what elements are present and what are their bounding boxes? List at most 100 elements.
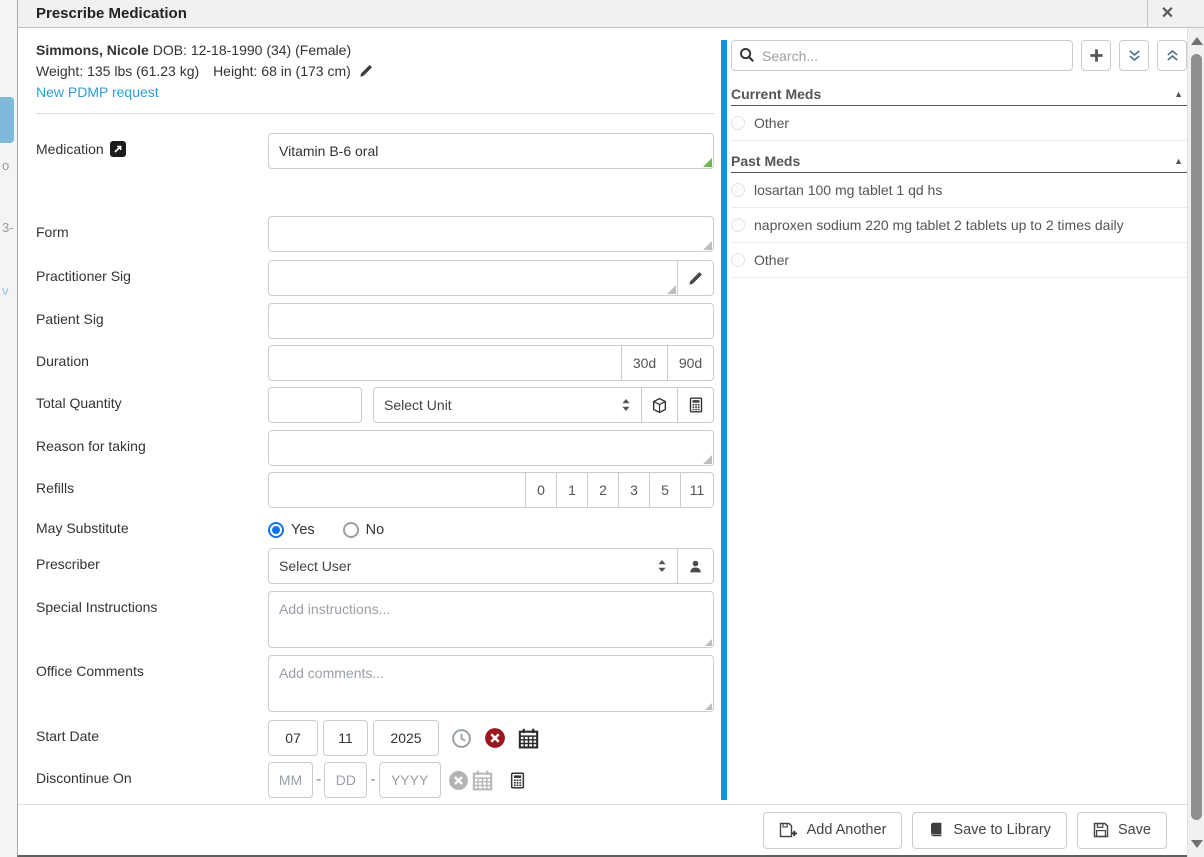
patient-height: Height: 68 in (173 cm) — [213, 63, 351, 79]
past-meds-item-other[interactable]: Other — [731, 243, 1187, 278]
duration-calculator-icon[interactable] — [509, 772, 526, 789]
pencil-icon — [688, 271, 703, 286]
past-meds-item-naproxen[interactable]: naproxen sodium 220 mg tablet 2 tablets … — [731, 208, 1187, 243]
radio-unselected-icon — [731, 116, 745, 130]
refills-2-button[interactable]: 2 — [587, 472, 619, 508]
substitute-yes-radio[interactable]: Yes — [268, 522, 315, 538]
may-substitute-label: May Substitute — [36, 520, 129, 536]
past-meds-section-header[interactable]: Past Meds ▲ — [731, 149, 1187, 173]
save-label: Save — [1118, 822, 1151, 838]
start-date-clear-icon[interactable] — [484, 727, 506, 749]
duration-90d-button[interactable]: 90d — [667, 345, 714, 381]
total-quantity-label: Total Quantity — [36, 395, 122, 411]
refills-3-button[interactable]: 3 — [618, 472, 650, 508]
panel-accent-bar — [721, 40, 727, 800]
practitioner-sig-input[interactable] — [268, 260, 678, 296]
form-label: Form — [36, 224, 69, 240]
scrollbar-thumb[interactable] — [1191, 54, 1202, 820]
discontinue-month-input[interactable] — [268, 762, 313, 798]
background-fragment — [0, 97, 14, 143]
external-link-icon[interactable] — [110, 141, 126, 157]
practitioner-sig-row: Practitioner Sig — [36, 260, 714, 296]
vertical-scrollbar[interactable] — [1187, 28, 1204, 857]
prescribe-medication-modal: Prescribe Medication ✕ Simmons, Nicole D… — [17, 0, 1204, 857]
background-page-sliver: o 3- v — [0, 0, 17, 857]
scroll-up-arrow[interactable] — [1191, 37, 1203, 45]
collapse-all-button[interactable] — [1119, 40, 1149, 71]
current-meds-item-other[interactable]: Other — [731, 106, 1187, 141]
close-icon: ✕ — [1161, 6, 1174, 22]
discontinue-day-input[interactable] — [324, 762, 367, 798]
double-chevron-down-icon — [1127, 48, 1142, 63]
scroll-down-arrow[interactable] — [1191, 840, 1203, 848]
collapse-triangle-icon: ▲ — [1174, 156, 1187, 166]
discontinue-calendar-icon[interactable] — [472, 770, 493, 791]
modal-footer: Add Another Save to Library Save — [18, 804, 1187, 855]
duration-label: Duration — [36, 353, 89, 369]
substitute-no-radio[interactable]: No — [343, 522, 385, 538]
form-input[interactable] — [268, 216, 714, 252]
total-quantity-input[interactable] — [268, 387, 362, 423]
special-instructions-label: Special Instructions — [36, 599, 157, 615]
duration-input[interactable] — [268, 345, 622, 381]
patient-details: DOB: 12-18-1990 (34) (Female) — [153, 42, 351, 58]
discontinue-year-input[interactable] — [379, 762, 441, 798]
start-date-day-input[interactable] — [323, 720, 368, 756]
reason-label: Reason for taking — [36, 438, 146, 454]
office-comments-input[interactable] — [268, 655, 714, 712]
refills-5-button[interactable]: 5 — [649, 472, 681, 508]
duration-30d-button[interactable]: 30d — [621, 345, 668, 381]
meds-search-input[interactable] — [731, 40, 1073, 71]
discontinue-clear-icon[interactable] — [448, 770, 469, 791]
select-prescriber-user-button[interactable] — [677, 548, 714, 584]
edit-sig-button[interactable] — [677, 260, 714, 296]
special-instructions-input[interactable] — [268, 591, 714, 648]
add-med-button[interactable] — [1081, 40, 1111, 71]
save-button[interactable]: Save — [1077, 812, 1167, 849]
total-quantity-row: Total Quantity Select Unit — [36, 387, 714, 423]
new-pdmp-request-link[interactable]: New PDMP request — [36, 84, 159, 100]
patient-sig-row: Patient Sig — [36, 303, 714, 339]
background-fragment: 3- — [2, 220, 14, 235]
past-meds-item-losartan[interactable]: losartan 100 mg tablet 1 qd hs — [731, 173, 1187, 208]
duration-row: Duration 30d 90d — [36, 345, 714, 381]
prescriber-select[interactable]: Select User — [268, 548, 678, 584]
refills-label: Refills — [36, 480, 74, 496]
office-comments-label: Office Comments — [36, 663, 144, 679]
close-button[interactable]: ✕ — [1147, 0, 1187, 28]
start-date-clock-icon[interactable] — [451, 728, 472, 749]
book-icon — [928, 822, 944, 838]
meds-search-row — [731, 40, 1187, 71]
quantity-calculator-button[interactable] — [677, 387, 714, 423]
calculator-icon — [688, 397, 704, 413]
refills-1-button[interactable]: 1 — [556, 472, 588, 508]
radio-unselected-icon — [731, 253, 745, 267]
double-chevron-up-icon — [1165, 48, 1180, 63]
current-meds-section-header[interactable]: Current Meds ▲ — [731, 82, 1187, 106]
patient-sig-input[interactable] — [268, 303, 714, 339]
expand-all-button[interactable] — [1157, 40, 1187, 71]
start-date-calendar-icon[interactable] — [518, 728, 539, 749]
patient-sig-label: Patient Sig — [36, 311, 104, 327]
special-instructions-row: Special Instructions — [36, 591, 714, 648]
reason-input[interactable] — [268, 430, 714, 466]
unit-select[interactable]: Select Unit — [373, 387, 642, 423]
start-date-month-input[interactable] — [268, 720, 318, 756]
start-date-label: Start Date — [36, 728, 99, 744]
save-to-library-button[interactable]: Save to Library — [912, 812, 1067, 849]
user-icon — [688, 559, 703, 574]
medication-input[interactable]: Vitamin B-6 oral — [268, 133, 714, 169]
screen: o 3- v Prescribe Medication ✕ Simmons, N… — [0, 0, 1204, 857]
save-plus-icon — [779, 822, 798, 838]
package-lookup-button[interactable] — [641, 387, 678, 423]
refills-input[interactable] — [268, 472, 526, 508]
divider — [36, 113, 714, 114]
add-another-button[interactable]: Add Another — [763, 812, 903, 849]
radio-unselected-icon — [731, 183, 745, 197]
refills-11-button[interactable]: 11 — [680, 472, 714, 508]
refills-0-button[interactable]: 0 — [525, 472, 557, 508]
start-date-year-input[interactable] — [373, 720, 439, 756]
prescriber-select-value: Select User — [279, 558, 351, 574]
patient-info-line2: Weight: 135 lbs (61.23 kg) Height: 68 in… — [36, 61, 714, 82]
edit-vitals-pencil-icon[interactable] — [359, 64, 373, 78]
